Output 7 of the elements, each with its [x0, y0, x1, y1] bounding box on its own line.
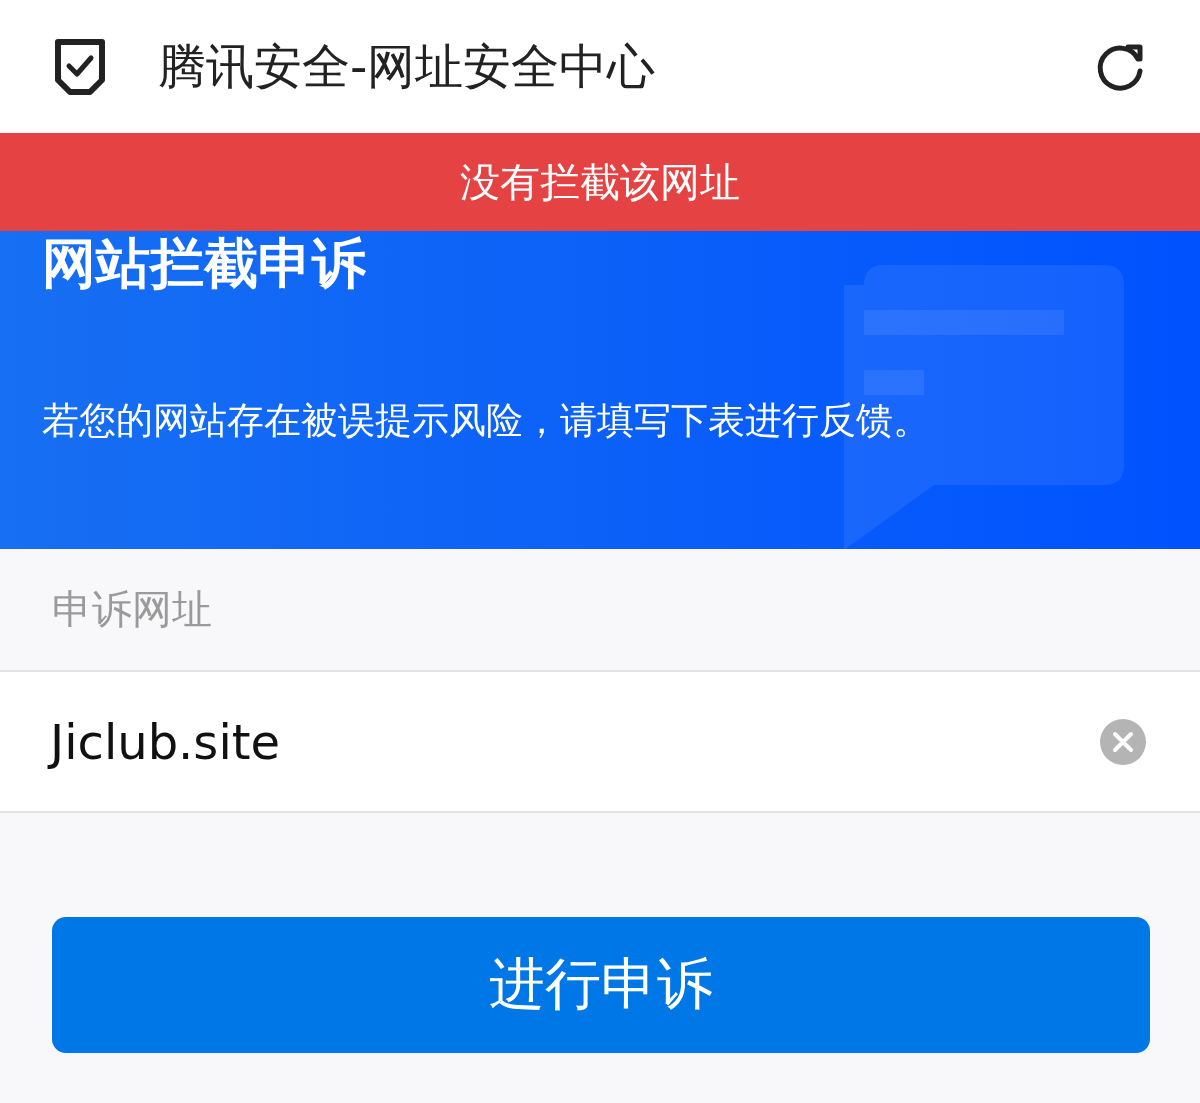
- hero-title: 网站拦截申诉: [42, 231, 367, 295]
- field-label: 申诉网址: [52, 585, 212, 634]
- alert-text: 没有拦截该网址: [460, 157, 740, 207]
- url-field[interactable]: Jiclub.site: [0, 672, 1200, 813]
- submit-button[interactable]: 进行申诉: [52, 917, 1150, 1053]
- hero-description: 若您的网站存在被误提示风险，请填写下表进行反馈。: [42, 398, 931, 444]
- page-title: 腾讯安全-网址安全中心: [158, 36, 657, 96]
